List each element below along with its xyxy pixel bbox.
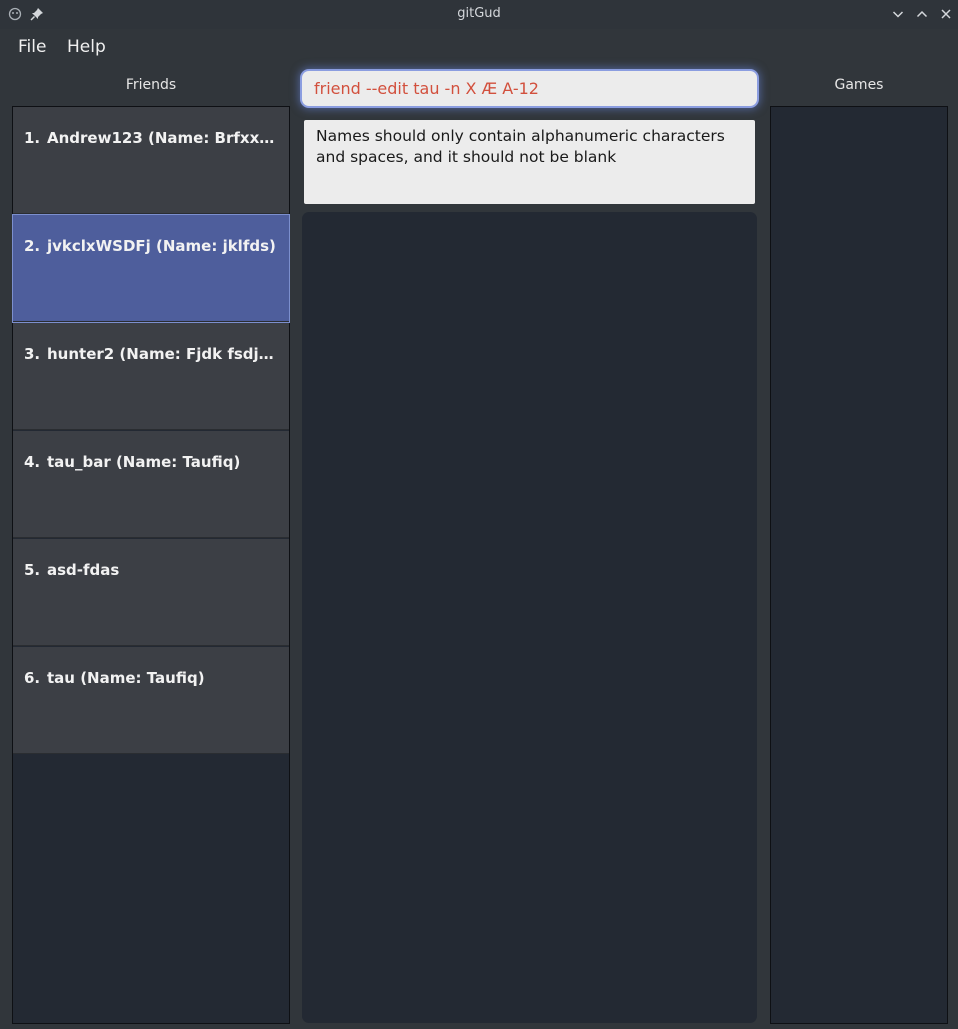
friend-index: 2.: [24, 237, 41, 255]
games-panel-title: Games: [834, 77, 884, 93]
menu-help[interactable]: Help: [67, 37, 106, 57]
friend-name: hunter2 (Name: Fjdk fsdjkl bfjdkl): [47, 345, 279, 363]
result-display: Names should only contain alphanumeric c…: [304, 120, 755, 204]
close-icon[interactable]: [937, 5, 955, 23]
friend-index: 5.: [24, 561, 41, 579]
menu-file[interactable]: File: [18, 37, 46, 57]
friend-index: 1.: [24, 129, 41, 147]
friend-label: 2. jvkclxWSDFj (Name: jklfds): [24, 237, 279, 255]
friend-name: Andrew123 (Name: Brfxxccxxxxxxxxxxxxxxxx…: [47, 129, 279, 147]
friends-panel-title: Friends: [125, 77, 177, 93]
main-display-area: [302, 212, 757, 1023]
friend-label: 1. Andrew123 (Name: Brfxxccxxxxxxxxxxxxxx…: [24, 129, 279, 147]
friend-label: 4. tau_bar (Name: Taufiq): [24, 453, 279, 471]
friend-index: 6.: [24, 669, 41, 687]
friend-list[interactable]: 1. Andrew123 (Name: Brfxxccxxxxxxxxxxxxxx…: [12, 106, 290, 1024]
menu-bar: File Help: [0, 29, 958, 65]
friend-card-6[interactable]: 6. tau (Name: Taufiq): [13, 647, 289, 754]
friend-card-4[interactable]: 4. tau_bar (Name: Taufiq): [13, 431, 289, 538]
friend-label: 5. asd-fdas: [24, 561, 279, 579]
friend-card-2[interactable]: 2. jvkclxWSDFj (Name: jklfds): [12, 214, 290, 323]
result-message: Names should only contain alphanumeric c…: [316, 127, 725, 166]
friend-name: tau (Name: Taufiq): [47, 669, 205, 687]
maximize-icon[interactable]: [913, 5, 931, 23]
friend-index: 3.: [24, 345, 41, 363]
window-title: gitGud: [457, 6, 501, 21]
friend-label: 3. hunter2 (Name: Fjdk fsdjkl bfjdkl): [24, 345, 279, 363]
friend-card-5[interactable]: 5. asd-fdas: [13, 539, 289, 646]
friend-index: 4.: [24, 453, 41, 471]
friend-name: tau_bar (Name: Taufiq): [47, 453, 241, 471]
game-list[interactable]: [770, 106, 948, 1024]
command-input[interactable]: [314, 79, 747, 98]
friend-card-3[interactable]: 3. hunter2 (Name: Fjdk fsdjkl bfjdkl): [13, 323, 289, 430]
friend-card-1[interactable]: 1. Andrew123 (Name: Brfxxccxxxxxxxxxxxxxx…: [13, 107, 289, 214]
minimize-icon[interactable]: [889, 5, 907, 23]
friend-label: 6. tau (Name: Taufiq): [24, 669, 279, 687]
title-bar: gitGud: [0, 0, 958, 29]
friend-name: asd-fdas: [47, 561, 120, 579]
friend-name: jvkclxWSDFj (Name: jklfds): [47, 237, 276, 255]
command-box: [302, 71, 757, 106]
